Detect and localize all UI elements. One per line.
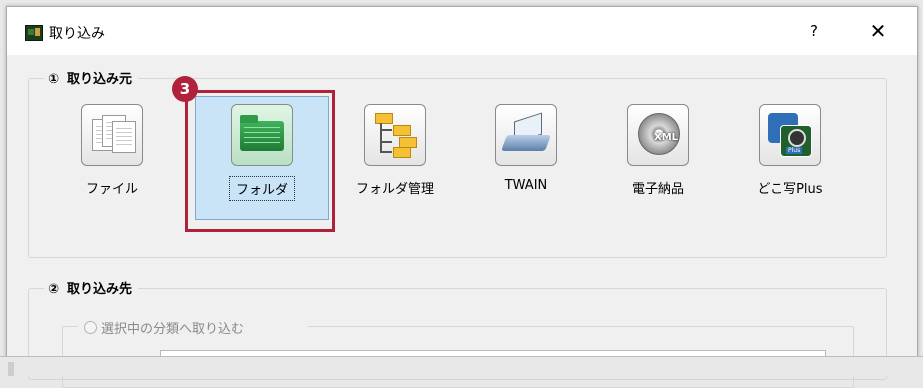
title-bar: 取り込み ? ✕ [7, 7, 917, 55]
destination-radio-selected-category[interactable]: 選択中の分類へ取り込む [84, 318, 244, 337]
source-file-label: ファイル [85, 182, 138, 197]
dialog-bottom-edge [0, 356, 923, 357]
window-title: 取り込み [49, 26, 105, 42]
source-dokosha-plus-button[interactable]: Plus どこ写Plus [740, 104, 840, 197]
source-twain-label: TWAIN [504, 178, 548, 193]
camera-plus-icon: Plus [759, 104, 821, 166]
xml-disc-icon: XML [627, 104, 689, 166]
source-folder-management-label: フォルダ管理 [355, 182, 434, 197]
source-file-button[interactable]: ファイル [62, 104, 162, 197]
scanner-icon [495, 104, 557, 166]
documents-icon [81, 104, 143, 166]
source-dokosha-plus-label: どこ写Plus [757, 182, 823, 197]
destination-group-title: 取り込み先 [67, 282, 133, 297]
step-badge: 3 [172, 76, 198, 102]
folder-tree-icon [364, 104, 426, 166]
close-button[interactable]: ✕ [863, 19, 893, 43]
source-folder-management-button[interactable]: フォルダ管理 [345, 104, 445, 197]
source-group-number: ① [48, 72, 60, 87]
help-button[interactable]: ? [799, 19, 829, 43]
app-icon [25, 25, 43, 41]
source-electronic-delivery-label: 電子納品 [631, 182, 684, 197]
source-twain-button[interactable]: TWAIN [476, 104, 576, 193]
destination-group-number: ② [48, 282, 60, 297]
source-electronic-delivery-button[interactable]: XML 電子納品 [608, 104, 708, 197]
step-highlight-frame [185, 90, 335, 232]
background-area [0, 356, 923, 376]
source-group-title: 取り込み元 [67, 72, 133, 87]
scrollbar-thumb[interactable] [8, 362, 14, 376]
destination-radio-label: 選択中の分類へ取り込む [101, 322, 245, 337]
source-group-label: ① 取り込み元 [44, 68, 139, 87]
destination-group-label: ② 取り込み先 [44, 278, 139, 297]
radio-button[interactable] [84, 321, 97, 334]
